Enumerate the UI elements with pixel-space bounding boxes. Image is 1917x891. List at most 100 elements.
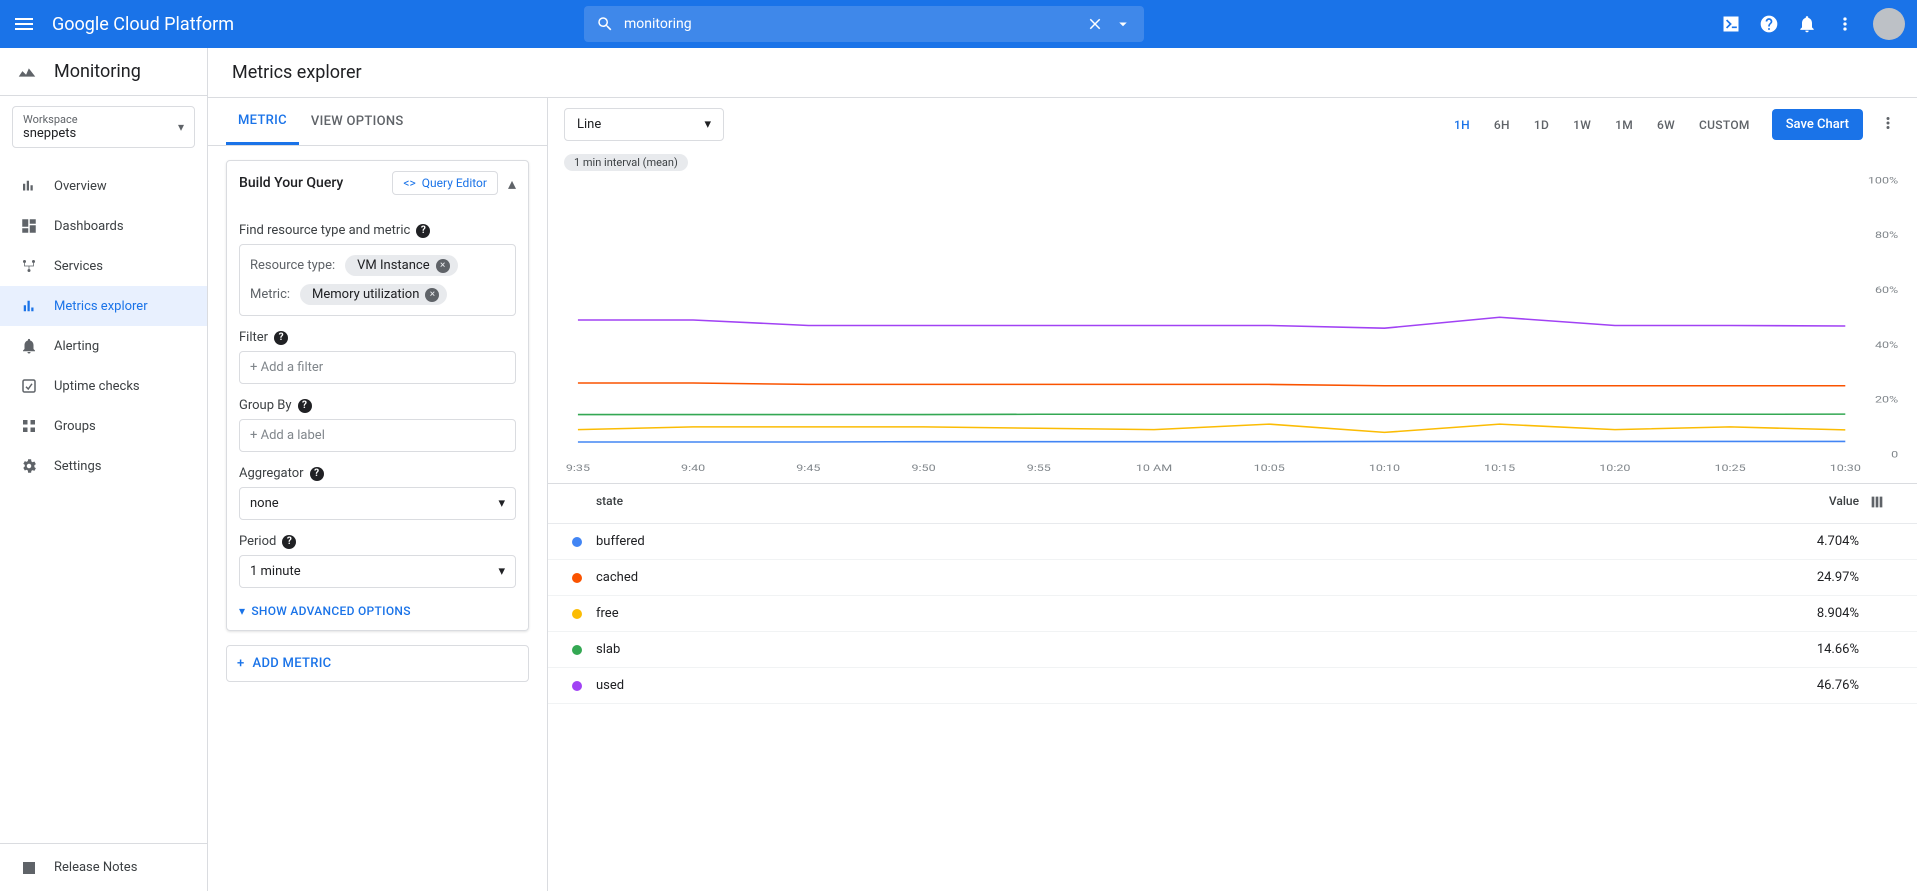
resource-metric-box[interactable]: Resource type: VM Instance × Metric: Mem… xyxy=(239,244,516,316)
expand-search-icon[interactable] xyxy=(1114,15,1132,33)
help-icon[interactable]: ? xyxy=(274,331,288,345)
save-chart-button[interactable]: Save Chart xyxy=(1772,109,1863,140)
nav-alerting[interactable]: Alerting xyxy=(0,326,207,366)
x-tick-label: 9:45 xyxy=(796,462,820,473)
search-input[interactable] xyxy=(624,16,1078,32)
hamburger-icon[interactable] xyxy=(12,12,36,36)
collapse-icon[interactable]: ▴ xyxy=(508,174,516,193)
interval-badge: 1 min interval (mean) xyxy=(564,154,688,171)
groupby-label: Group By ? xyxy=(239,398,516,413)
plus-icon: + xyxy=(237,656,245,671)
legend-value: 24.97% xyxy=(1779,570,1859,585)
aggregator-select[interactable]: none ▾ xyxy=(239,487,516,520)
nav-overview[interactable]: Overview xyxy=(0,166,207,206)
clear-search-icon[interactable] xyxy=(1086,15,1104,33)
legend-color-dot xyxy=(572,609,582,619)
notifications-icon[interactable] xyxy=(1797,14,1817,34)
time-range-1h[interactable]: 1H xyxy=(1444,112,1480,138)
x-tick-label: 10:15 xyxy=(1484,462,1515,473)
x-tick-label: 10 AM xyxy=(1136,462,1172,473)
notes-icon xyxy=(20,859,38,877)
nav-uptime[interactable]: Uptime checks xyxy=(0,366,207,406)
chevron-down-icon: ▾ xyxy=(498,564,505,579)
nav-groups[interactable]: Groups xyxy=(0,406,207,446)
chevron-down-icon: ▾ xyxy=(178,120,184,134)
legend-state: free xyxy=(596,606,1779,621)
chevron-down-icon: ▾ xyxy=(704,117,711,132)
legend-color-dot xyxy=(572,537,582,547)
nav-list: Overview Dashboards Services Metrics exp… xyxy=(0,166,207,843)
series-line-buffered xyxy=(578,441,1845,442)
show-advanced-link[interactable]: ▾ Show Advanced Options xyxy=(239,604,516,618)
series-line-free xyxy=(578,424,1845,432)
nav-dashboards[interactable]: Dashboards xyxy=(0,206,207,246)
query-panel: Metric View Options Build Your Query <> … xyxy=(208,98,548,891)
legend-state: slab xyxy=(596,642,1779,657)
legend-state: cached xyxy=(596,570,1779,585)
help-icon[interactable]: ? xyxy=(416,224,430,238)
chevron-down-icon: ▾ xyxy=(498,496,505,511)
code-icon: <> xyxy=(403,176,415,190)
legend-row[interactable]: cached 24.97% xyxy=(548,560,1917,596)
groupby-input[interactable]: + Add a label xyxy=(239,419,516,452)
workspace-selector[interactable]: Workspace sneppets ▾ xyxy=(12,106,195,148)
help-icon[interactable] xyxy=(1759,14,1779,34)
time-range-6h[interactable]: 6H xyxy=(1484,112,1520,138)
legend-color-dot xyxy=(572,573,582,583)
time-range-6w[interactable]: 6W xyxy=(1647,112,1685,138)
alerting-icon xyxy=(20,337,38,355)
monitoring-icon xyxy=(16,61,38,83)
add-metric-button[interactable]: + Add Metric xyxy=(226,645,529,682)
sidebar-title: Monitoring xyxy=(0,48,207,96)
nav-settings[interactable]: Settings xyxy=(0,446,207,486)
aggregator-label: Aggregator ? xyxy=(239,466,516,481)
search-bar[interactable] xyxy=(584,6,1144,42)
chart-more-icon[interactable] xyxy=(1875,110,1901,140)
remove-chip-icon[interactable]: × xyxy=(436,259,450,273)
legend-row[interactable]: free 8.904% xyxy=(548,596,1917,632)
legend-value: 46.76% xyxy=(1779,678,1859,693)
x-tick-label: 9:55 xyxy=(1027,462,1051,473)
metric-chip[interactable]: Memory utilization × xyxy=(300,284,447,305)
time-range-1w[interactable]: 1W xyxy=(1563,112,1601,138)
help-icon[interactable]: ? xyxy=(298,399,312,413)
dashboard-icon xyxy=(20,217,38,235)
uptime-icon xyxy=(20,377,38,395)
build-query-title: Build Your Query xyxy=(239,175,392,191)
nav-services[interactable]: Services xyxy=(0,246,207,286)
tab-metric[interactable]: Metric xyxy=(226,98,299,145)
y-tick-label: 20% xyxy=(1875,394,1898,405)
legend-table: state Value buffered 4.704% cached 24.97… xyxy=(548,483,1917,704)
chart-toolbar: Line ▾ 1H6H1D1W1M6WCUSTOM Save Chart xyxy=(548,98,1917,151)
legend-row[interactable]: slab 14.66% xyxy=(548,632,1917,668)
chevron-down-icon: ▾ xyxy=(239,604,245,618)
time-range-custom[interactable]: CUSTOM xyxy=(1689,112,1760,138)
config-tabs: Metric View Options xyxy=(208,98,547,146)
more-vert-icon[interactable] xyxy=(1835,14,1855,34)
time-range-1d[interactable]: 1D xyxy=(1524,112,1559,138)
cloud-shell-icon[interactable] xyxy=(1721,14,1741,34)
columns-icon[interactable] xyxy=(1869,494,1893,513)
chart-type-select[interactable]: Line ▾ xyxy=(564,108,724,141)
period-label: Period ? xyxy=(239,534,516,549)
user-avatar[interactable] xyxy=(1873,8,1905,40)
query-editor-button[interactable]: <> Query Editor xyxy=(392,171,498,195)
resource-type-chip[interactable]: VM Instance × xyxy=(345,255,457,276)
y-tick-label: 40% xyxy=(1875,339,1898,350)
help-icon[interactable]: ? xyxy=(282,535,296,549)
help-icon[interactable]: ? xyxy=(310,467,324,481)
y-tick-label: 0 xyxy=(1891,449,1898,460)
nav-metrics-explorer[interactable]: Metrics explorer xyxy=(0,286,207,326)
find-resource-label: Find resource type and metric ? xyxy=(239,223,516,238)
legend-row[interactable]: buffered 4.704% xyxy=(548,524,1917,560)
remove-chip-icon[interactable]: × xyxy=(425,288,439,302)
legend-state: used xyxy=(596,678,1779,693)
x-tick-label: 10:25 xyxy=(1714,462,1745,473)
legend-row[interactable]: used 46.76% xyxy=(548,668,1917,704)
filter-input[interactable]: + Add a filter xyxy=(239,351,516,384)
tab-view-options[interactable]: View Options xyxy=(299,98,416,145)
period-select[interactable]: 1 minute ▾ xyxy=(239,555,516,588)
chart[interactable]: 020%40%60%80%100%9:359:409:459:509:5510 … xyxy=(564,175,1901,475)
time-range-1m[interactable]: 1M xyxy=(1605,112,1643,138)
release-notes[interactable]: Release Notes xyxy=(0,843,207,891)
